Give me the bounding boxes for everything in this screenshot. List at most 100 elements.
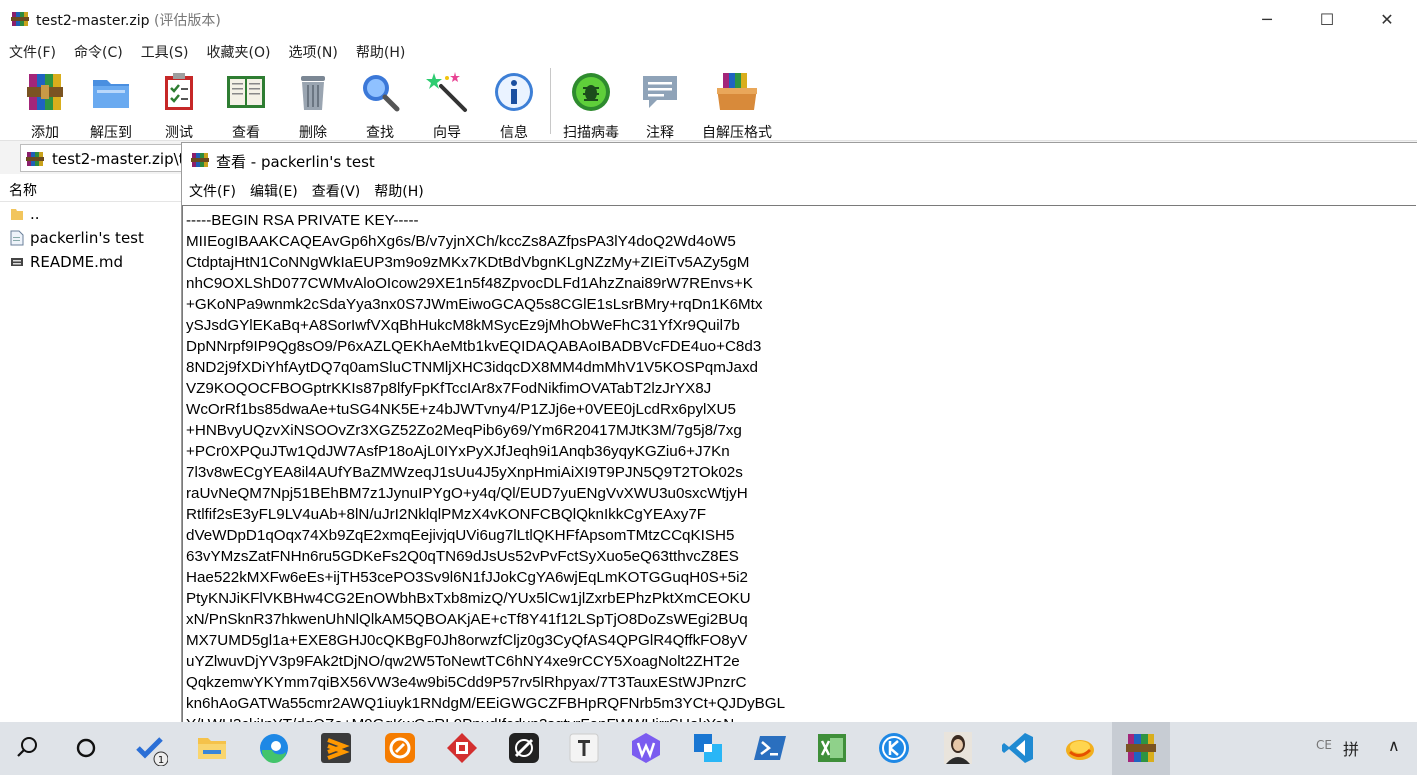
info-button[interactable]: 信息 xyxy=(483,70,545,142)
vscode-icon[interactable] xyxy=(1000,730,1036,766)
todo-icon[interactable]: 1 xyxy=(132,730,168,766)
kugou-icon[interactable] xyxy=(876,730,912,766)
test-button[interactable]: 测试 xyxy=(148,70,210,142)
maximize-button[interactable]: ☐ xyxy=(1297,0,1357,38)
wizard-button[interactable]: 向导 xyxy=(416,70,478,142)
add-archive-icon xyxy=(27,74,63,110)
comment-button[interactable]: 注释 xyxy=(629,70,691,142)
winrar-icon[interactable] xyxy=(1123,730,1159,766)
app-dark-icon[interactable] xyxy=(506,730,542,766)
toolbar: 添加 解压到 测试 查看 删除 查找 向导 信息 扫描病毒 注释 自解压格式 xyxy=(0,64,1417,141)
edge-icon[interactable] xyxy=(256,730,292,766)
sfx-box-icon xyxy=(717,73,757,110)
text-file-icon xyxy=(10,230,24,246)
add-label: 添加 xyxy=(31,125,59,141)
sublime-icon[interactable] xyxy=(318,730,354,766)
menu-options[interactable]: 选项(N) xyxy=(279,39,346,63)
file-row-parent[interactable]: .. xyxy=(0,202,181,226)
text-line: xN/PnSknR37hkwenUhNlQlkAM5QBOAKjAE+cTf8Y… xyxy=(186,611,748,628)
text-line: MX7UMD5gl1a+EXE8GHJ0cQKBgF0Jh8orwzfCljz0… xyxy=(186,632,748,649)
virus-scan-label: 扫描病毒 xyxy=(563,125,619,141)
taskbar: 1 CE 拼 ∧ xyxy=(0,722,1417,775)
file-list-panel: 名称 .. packerlin's test README.md xyxy=(0,176,182,722)
text-line: raUvNeQM7Npj51BEhBM7z1JynuIPYgO+y4q/Ql/E… xyxy=(186,485,748,502)
delete-button[interactable]: 删除 xyxy=(282,70,344,142)
viewer-menu-help[interactable]: 帮助(H) xyxy=(367,176,430,202)
text-line: Hae522kMXFw6eEs+ijTH53cePO3Sv9l6N1fJJokC… xyxy=(186,569,748,586)
extract-to-label: 解压到 xyxy=(90,125,132,141)
task-view-icon[interactable] xyxy=(68,730,104,766)
test-clipboard-icon xyxy=(165,73,193,110)
todo-badge: 1 xyxy=(158,755,164,766)
wizard-label: 向导 xyxy=(433,125,461,141)
typora-icon[interactable] xyxy=(566,730,602,766)
excel-icon[interactable] xyxy=(814,730,850,766)
toolbar-separator xyxy=(550,68,551,134)
winrar-app-icon xyxy=(11,12,29,26)
extract-to-button[interactable]: 解压到 xyxy=(80,70,142,142)
text-line: 63vYMzsZatFNHn6ru5GDKeFs2Q0qTN69dJsUs52v… xyxy=(186,548,739,565)
file-row-packerlin-test[interactable]: packerlin's test xyxy=(0,226,181,250)
menu-command[interactable]: 命令(C) xyxy=(65,39,132,63)
viewer-menu-view[interactable]: 查看(V) xyxy=(305,176,368,202)
file-name: .. xyxy=(30,205,40,223)
menu-help[interactable]: 帮助(H) xyxy=(347,39,414,63)
markdown-file-icon xyxy=(11,258,23,266)
text-line: MIIEogIBAAKCAQEAvGp6hXg6s/B/v7yjnXCh/kcc… xyxy=(186,233,736,250)
trash-icon xyxy=(301,76,325,110)
window-title-text: test2-master.zip xyxy=(36,13,150,29)
menu-favorites[interactable]: 收藏夹(O) xyxy=(198,39,280,63)
app-orange-icon[interactable] xyxy=(382,730,418,766)
window-title-suffix: (评估版本) xyxy=(153,13,221,29)
avatar-app-icon[interactable] xyxy=(940,730,976,766)
text-line: kn6hAoGATWa55cmr2AWQ1iuyk1RNdgM/EEiGWGCZ… xyxy=(186,695,786,712)
delete-label: 删除 xyxy=(299,125,327,141)
viewer-title-bar: 查看 - packerlin's test xyxy=(182,143,1417,176)
minimize-button[interactable]: ─ xyxy=(1237,0,1297,38)
find-button[interactable]: 查找 xyxy=(349,70,411,142)
text-line: VZ9KOQOCFBOGptrKKIs87p8lfyFpKfTccIAr8x7F… xyxy=(186,380,712,397)
sogou-icon[interactable] xyxy=(1062,730,1098,766)
view-button[interactable]: 查看 xyxy=(215,70,277,142)
text-line: -----BEGIN RSA PRIVATE KEY----- xyxy=(186,212,419,229)
text-line: 8ND2j9fXDiYhfAytDQ7q0amSluCTNMljXHC3idqc… xyxy=(186,359,758,376)
info-icon xyxy=(495,73,533,111)
ime-indicator[interactable]: CE xyxy=(1316,738,1332,752)
virus-scan-button[interactable]: 扫描病毒 xyxy=(559,70,623,142)
viewer-title: 查看 - packerlin's test xyxy=(216,153,375,171)
address-text: test2-master.zip\t xyxy=(52,150,185,168)
menu-tools[interactable]: 工具(S) xyxy=(132,39,198,63)
search-icon[interactable] xyxy=(10,730,46,766)
winrar-main-window: test2-master.zip (评估版本) ─ ☐ ✕ 文件(F) 命令(C… xyxy=(0,0,1417,723)
test-label: 测试 xyxy=(165,125,193,141)
wps-icon[interactable] xyxy=(628,730,664,766)
add-button[interactable]: 添加 xyxy=(14,70,76,142)
viewer-text-area[interactable]: -----BEGIN RSA PRIVATE KEY----- MIIEogIB… xyxy=(182,205,1416,723)
text-line: uYZlwuvDjYV3p9FAk2tDjNO/qw2W5ToNewtTC6hN… xyxy=(186,653,740,670)
menu-file[interactable]: 文件(F) xyxy=(0,39,65,63)
app-red-icon[interactable] xyxy=(444,730,480,766)
viewer-menu-file[interactable]: 文件(F) xyxy=(182,176,243,202)
text-line: +GKoNPa9wnmk2cSdaYya3nx0S7JWmEiwoGCAQ5s8… xyxy=(186,296,763,313)
wizard-wand-icon xyxy=(426,72,467,112)
text-line: DpNNrpf9IP9Qg8sO9/P6xAZLQEKhAeMtb1kvEQID… xyxy=(186,338,762,355)
extract-folder-icon xyxy=(93,80,129,108)
viewer-menu-edit[interactable]: 编辑(E) xyxy=(243,176,305,202)
file-row-readme[interactable]: README.md xyxy=(0,250,181,274)
file-explorer-icon[interactable] xyxy=(194,730,230,766)
text-line: +HNBvyUQzvXiNSOOvZr3XGZ52Zo2MeqPib6y69/Y… xyxy=(186,422,742,439)
powershell-icon[interactable] xyxy=(752,730,788,766)
close-button[interactable]: ✕ xyxy=(1357,0,1417,38)
text-line: dVeWDpD1qOqx74Xb9ZqE2xmqEejivjqUVi6ug7lL… xyxy=(186,527,735,544)
column-header-name[interactable]: 名称 xyxy=(0,176,181,202)
archive-icon xyxy=(26,152,44,166)
view-book-icon xyxy=(227,76,265,108)
sfx-label: 自解压格式 xyxy=(702,125,772,141)
text-line: PtyKNJiKFlVKBHw4CG2EnOWbhBxTxb8mizQ/YUx5… xyxy=(186,590,751,607)
sfx-button[interactable]: 自解压格式 xyxy=(697,70,777,142)
find-label: 查找 xyxy=(366,125,394,141)
ime-mode-indicator[interactable]: 拼 xyxy=(1343,736,1359,760)
winrar-viewer-icon xyxy=(191,153,209,167)
app-blue-icon[interactable] xyxy=(690,730,726,766)
tray-overflow-button[interactable]: ∧ xyxy=(1388,736,1400,755)
